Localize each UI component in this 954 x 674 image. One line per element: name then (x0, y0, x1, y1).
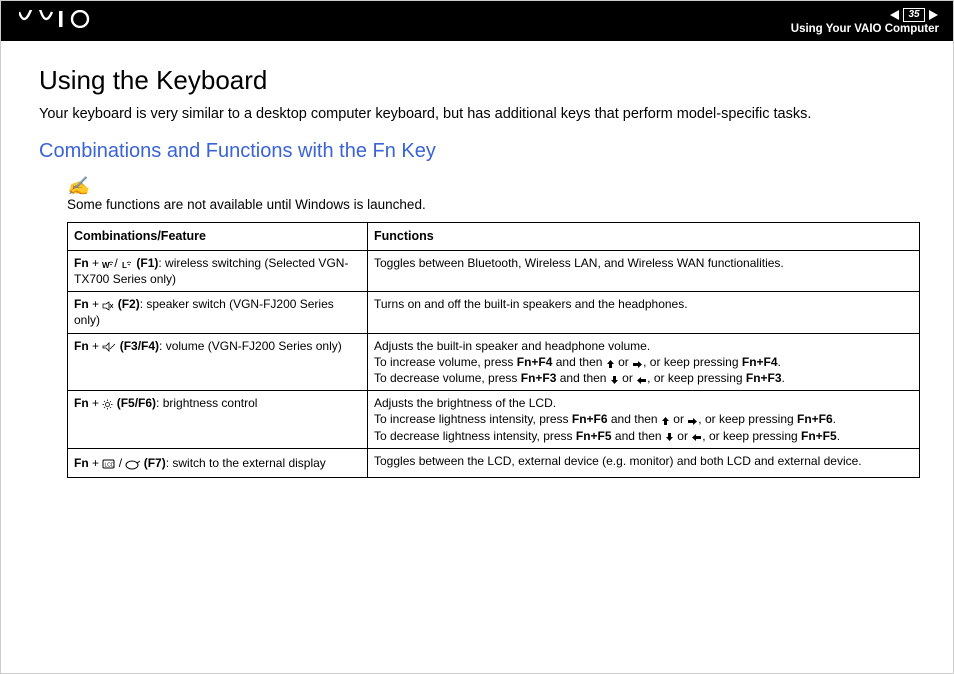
note-block: ✍ Some functions are not available until… (67, 177, 915, 212)
note-icon: ✍ (67, 177, 915, 195)
combo-cell: Fn + (F2): speaker switch (VGN-FJ200 Ser… (68, 292, 368, 333)
lcd-icon: LCD (102, 458, 115, 470)
col-header-combo: Combinations/Feature (68, 223, 368, 251)
page-number: 35 (903, 8, 925, 22)
external-display-icon (125, 458, 140, 470)
table-row: Fn + (F2): speaker switch (VGN-FJ200 Ser… (68, 292, 920, 333)
table-header-row: Combinations/Feature Functions (68, 223, 920, 251)
arrow-down-icon (610, 373, 619, 385)
func-cell: Adjusts the built-in speaker and headpho… (368, 333, 920, 391)
arrow-right-icon (632, 357, 643, 369)
arrow-down-icon (665, 430, 674, 442)
func-cell: Toggles between Bluetooth, Wireless LAN,… (368, 250, 920, 291)
volume-icon (102, 340, 116, 352)
note-text: Some functions are not available until W… (67, 197, 915, 212)
svg-text:L: L (122, 261, 127, 270)
fn-key-table: Combinations/Feature Functions Fn + W/ L… (67, 222, 920, 478)
arrow-up-icon (606, 357, 615, 369)
arrow-left-icon (691, 430, 702, 442)
svg-text:LCD: LCD (105, 462, 115, 468)
header-bar: 35 Using Your VAIO Computer (1, 1, 953, 41)
next-page-arrow[interactable] (927, 9, 939, 21)
wireless-l-icon: L (121, 258, 133, 270)
header-right: 35 Using Your VAIO Computer (791, 8, 939, 35)
combo-cell: Fn + (F3/F4): volume (VGN-FJ200 Series o… (68, 333, 368, 391)
arrow-right-icon (687, 414, 698, 426)
col-header-func: Functions (368, 223, 920, 251)
vaio-logo (19, 8, 97, 34)
combo-cell: Fn + (F5/F6): brightness control (68, 391, 368, 449)
svg-text:W: W (102, 261, 110, 270)
intro-text: Your keyboard is very similar to a deskt… (39, 106, 915, 122)
combo-cell: Fn + W/ L (F1): wireless switching (Sele… (68, 250, 368, 291)
table-row: Fn + W/ L (F1): wireless switching (Sele… (68, 250, 920, 291)
func-cell: Turns on and off the built-in speakers a… (368, 292, 920, 333)
arrow-left-icon (636, 373, 647, 385)
page-nav: 35 (791, 8, 939, 22)
brightness-icon (102, 398, 113, 410)
prev-page-arrow[interactable] (889, 9, 901, 21)
page-content: Using the Keyboard Your keyboard is very… (1, 41, 953, 478)
arrow-up-icon (661, 414, 670, 426)
combo-cell: Fn + LCD / (F7): switch to the external … (68, 448, 368, 477)
table-row: Fn + (F5/F6): brightness control Adjusts… (68, 391, 920, 449)
section-subtitle: Combinations and Functions with the Fn K… (39, 140, 915, 163)
section-label: Using Your VAIO Computer (791, 23, 939, 35)
table-row: Fn + LCD / (F7): switch to the external … (68, 448, 920, 477)
func-cell: Toggles between the LCD, external device… (368, 448, 920, 477)
wireless-w-icon: W (102, 258, 114, 270)
speaker-mute-icon (102, 299, 114, 311)
page-title: Using the Keyboard (39, 65, 915, 96)
table-row: Fn + (F3/F4): volume (VGN-FJ200 Series o… (68, 333, 920, 391)
func-cell: Adjusts the brightness of the LCD. To in… (368, 391, 920, 449)
